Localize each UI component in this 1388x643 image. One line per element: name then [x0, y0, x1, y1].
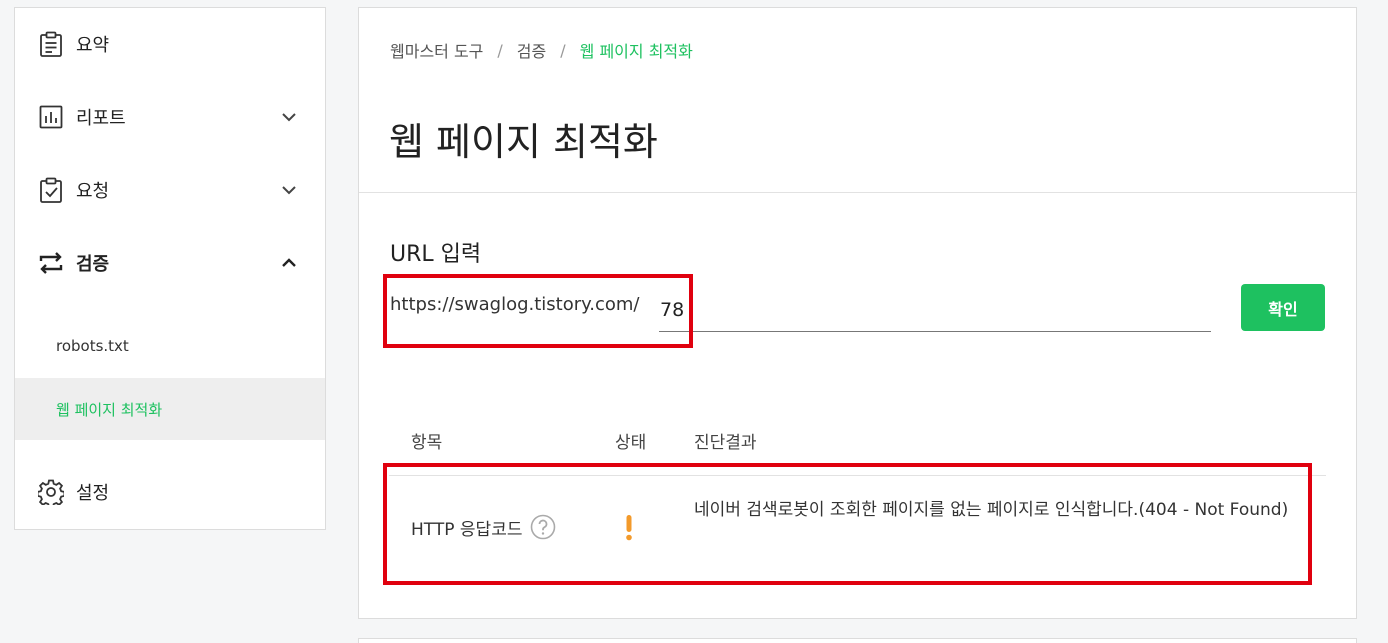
sidebar-subitem-robots[interactable]: robots.txt — [15, 315, 325, 377]
main-panel: 웹마스터 도구 / 검증 / 웹 페이지 최적화 웹 페이지 최적화 URL 입… — [358, 7, 1357, 619]
breadcrumb-item-verify[interactable]: 검증 — [517, 38, 546, 62]
table-row: HTTP 응답코드 네이버 검색로봇이 조회한 페이지를 없는 페이지로 인식합… — [389, 476, 1326, 576]
sidebar-item-label: 요청 — [76, 181, 110, 202]
chevron-up-icon — [279, 253, 299, 273]
warning-exclamation-icon — [621, 514, 637, 544]
row-result-text: 네이버 검색로봇이 조회한 페이지를 없는 페이지로 인식합니다.(404 - … — [694, 500, 1289, 520]
row-item-label: HTTP 응답코드 — [411, 519, 523, 540]
url-input-label: URL 입력 — [390, 242, 482, 267]
sidebar-item-verify[interactable]: 검증 — [15, 243, 325, 283]
help-question-icon[interactable] — [530, 514, 556, 540]
sidebar-item-label: 리포트 — [76, 108, 126, 129]
chevron-down-icon — [279, 107, 299, 127]
breadcrumb-item-webmaster-tools[interactable]: 웹마스터 도구 — [390, 38, 483, 62]
bar-chart-icon — [38, 104, 64, 130]
url-prefix: https://swaglog.tistory.com/ — [390, 294, 640, 315]
column-header-result: 진단결과 — [694, 433, 757, 453]
sidebar-item-label: 요약 — [76, 35, 110, 56]
sidebar: 요약 리포트 요청 검증 robots.txt 웹 페이지 최적화 설정 — [14, 7, 326, 530]
sidebar-item-label: 검증 — [76, 254, 110, 275]
sidebar-item-summary[interactable]: 요약 — [15, 24, 325, 64]
clipboard-list-icon — [38, 31, 64, 57]
breadcrumb: 웹마스터 도구 / 검증 / 웹 페이지 최적화 — [390, 38, 693, 62]
sidebar-item-request[interactable]: 요청 — [15, 170, 325, 210]
main-header: 웹마스터 도구 / 검증 / 웹 페이지 최적화 웹 페이지 최적화 — [359, 8, 1356, 193]
clipboard-check-icon — [38, 177, 64, 203]
next-panel-edge — [358, 638, 1357, 643]
breadcrumb-separator: / — [497, 40, 503, 60]
row-item-cell: HTTP 응답코드 — [411, 514, 556, 540]
swap-arrows-icon — [38, 250, 64, 276]
sidebar-subitem-label: 웹 페이지 최적화 — [56, 400, 163, 419]
url-path-input[interactable] — [659, 288, 1211, 332]
results-table-header: 항목 상태 진단결과 — [389, 424, 1326, 476]
sidebar-item-label: 설정 — [76, 483, 110, 504]
sidebar-subitem-label: robots.txt — [56, 337, 129, 355]
sidebar-subitem-web-page-optimization[interactable]: 웹 페이지 최적화 — [15, 378, 325, 440]
gear-icon — [38, 479, 64, 505]
column-header-status: 상태 — [615, 433, 647, 453]
sidebar-item-report[interactable]: 리포트 — [15, 97, 325, 137]
column-header-item: 항목 — [411, 433, 443, 453]
breadcrumb-separator: / — [560, 40, 566, 60]
breadcrumb-item-current: 웹 페이지 최적화 — [579, 42, 693, 61]
chevron-down-icon — [279, 180, 299, 200]
page-title: 웹 페이지 최적화 — [389, 120, 658, 164]
confirm-button[interactable]: 확인 — [1241, 284, 1325, 331]
sidebar-item-settings[interactable]: 설정 — [15, 472, 325, 512]
